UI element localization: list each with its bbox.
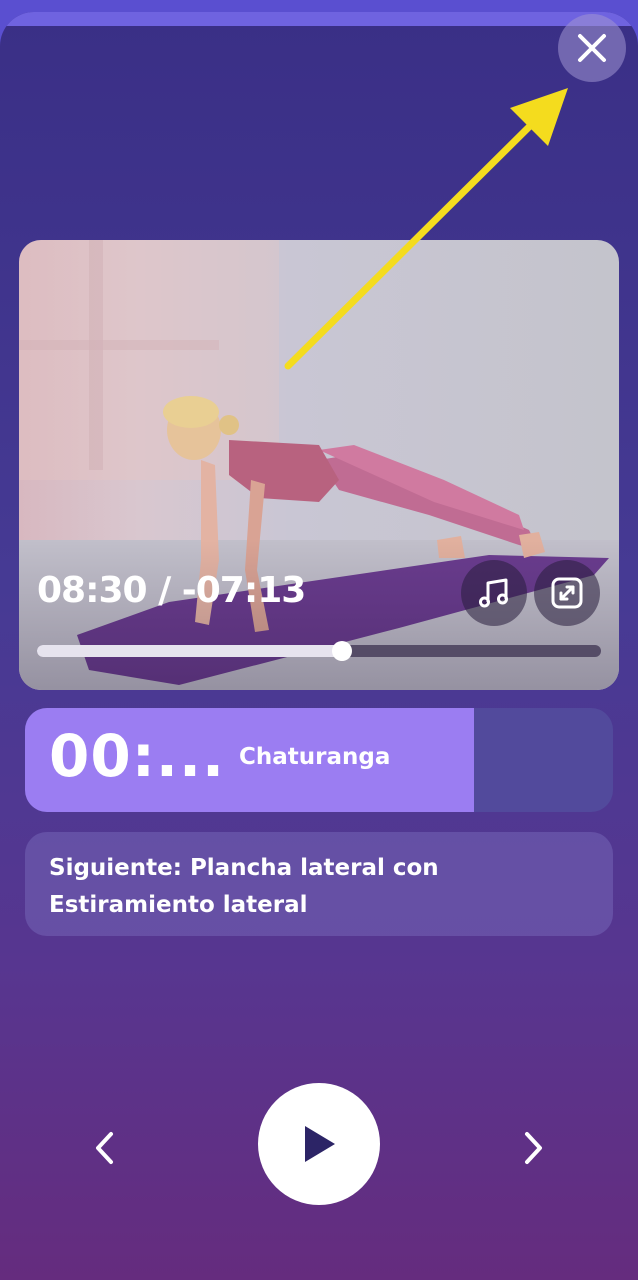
exercise-video[interactable]: 08:30 / -07:13 <box>19 240 619 690</box>
music-button[interactable] <box>461 560 527 626</box>
chevron-left-icon <box>96 1132 113 1164</box>
time-label: 08:30 / -07:13 <box>37 570 306 611</box>
close-icon <box>578 34 606 62</box>
exercise-name: Chaturanga <box>239 744 391 770</box>
play-button[interactable] <box>258 1083 380 1205</box>
video-progress-thumb[interactable] <box>331 641 352 661</box>
top-strip <box>0 12 638 26</box>
workout-player-screen: 08:30 / -07:13 00:... Chaturanga Siguien… <box>0 12 638 1280</box>
next-exercise-card: Siguiente: Plancha lateral con Estiramie… <box>25 832 613 936</box>
chevron-right-icon <box>525 1132 542 1164</box>
current-exercise-card: 00:... Chaturanga <box>25 708 613 812</box>
video-bottom-shade <box>19 540 619 690</box>
close-button[interactable] <box>558 14 626 82</box>
video-progress-fill <box>37 645 342 657</box>
video-progress-bar[interactable] <box>37 641 601 661</box>
expand-icon <box>551 577 583 609</box>
next-button[interactable] <box>506 1120 562 1176</box>
fullscreen-button[interactable] <box>534 560 600 626</box>
music-note-icon <box>479 578 508 608</box>
play-icon <box>305 1126 335 1162</box>
previous-button[interactable] <box>76 1120 132 1176</box>
next-exercise-text: Siguiente: Plancha lateral con Estiramie… <box>49 855 439 918</box>
exercise-countdown: 00:... <box>49 722 226 790</box>
